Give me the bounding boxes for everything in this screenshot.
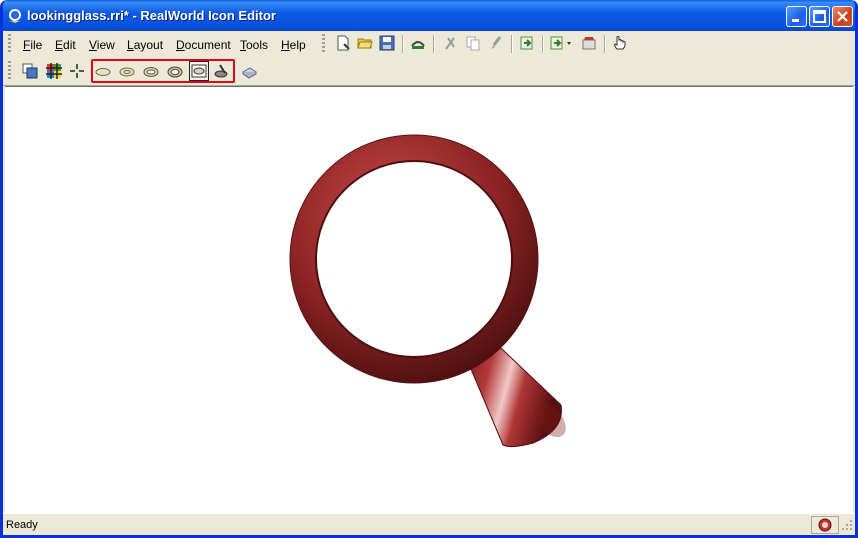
minimize-button[interactable]	[786, 6, 807, 27]
torus-shape-button[interactable]	[212, 61, 232, 81]
export-icon	[550, 36, 571, 50]
import-icon	[520, 36, 533, 50]
shape-ellipse-1-icon	[95, 68, 111, 76]
menu-layout[interactable]: Layout	[127, 38, 163, 52]
menu-view[interactable]: View	[89, 38, 115, 52]
open-folder-icon	[357, 38, 373, 49]
close-button[interactable]	[832, 6, 853, 27]
properties-button[interactable]	[579, 33, 599, 53]
app-window: lookingglass.rri* - RealWorld Icon Edito…	[0, 0, 858, 538]
toolbar-separator	[402, 35, 404, 53]
open-button[interactable]	[355, 33, 375, 53]
copy-button[interactable]	[463, 33, 483, 53]
help-pointer-button[interactable]	[610, 33, 630, 53]
toolbar-separator	[542, 35, 544, 53]
resize-grip-icon[interactable]	[841, 519, 853, 531]
ellipse-shape-1-button[interactable]	[93, 61, 113, 81]
title-bar[interactable]: lookingglass.rri* - RealWorld Icon Edito…	[3, 0, 855, 31]
close-icon	[837, 11, 848, 22]
toolbar-separator	[433, 35, 435, 53]
crosshair-button[interactable]	[67, 61, 87, 81]
shape-ellipse-3-icon	[143, 67, 159, 77]
shape-box-icon	[191, 64, 207, 78]
menu-tools[interactable]: Tools	[240, 38, 268, 52]
window-title: lookingglass.rri* - RealWorld Icon Edito…	[27, 8, 276, 23]
print-preview-icon	[242, 67, 257, 79]
minimize-icon	[792, 19, 799, 22]
status-bar: Ready	[3, 513, 855, 535]
layer-grid-icon	[22, 63, 38, 79]
properties-icon	[582, 37, 596, 50]
paste-brush-icon	[491, 36, 502, 49]
layer-grid-button[interactable]	[20, 61, 40, 81]
toolbar-separator	[511, 35, 513, 53]
paste-button[interactable]	[486, 33, 506, 53]
ellipse-shape-3-button[interactable]	[141, 61, 161, 81]
toolbar-separator	[604, 35, 606, 53]
maximize-icon	[813, 10, 826, 23]
import-button[interactable]	[517, 33, 537, 53]
shape-ellipse-2-icon	[119, 67, 135, 77]
print-preview-button[interactable]	[239, 61, 259, 81]
menu-document[interactable]: Document	[176, 38, 231, 52]
toolbar-grip[interactable]	[322, 34, 325, 54]
new-document-icon	[337, 35, 350, 51]
ellipse-shape-4-button[interactable]	[165, 61, 185, 81]
crosshair-icon	[70, 64, 84, 78]
magnifying-glass-icon	[289, 134, 566, 448]
color-palette-button[interactable]	[44, 61, 64, 81]
undo-button[interactable]	[408, 33, 428, 53]
layers-toolbar	[3, 57, 855, 86]
status-indicator	[811, 516, 839, 534]
menu-file[interactable]: File	[23, 38, 42, 52]
hand-pointer-icon	[614, 36, 626, 50]
toolbar-grip[interactable]	[8, 61, 11, 81]
cut-button[interactable]	[440, 33, 460, 53]
icon-canvas[interactable]	[5, 86, 853, 513]
shape-torus-icon	[214, 64, 228, 78]
ellipse-shape-2-button[interactable]	[117, 61, 137, 81]
export-button[interactable]	[548, 33, 576, 53]
copy-icon	[466, 36, 480, 51]
shape-ellipse-4-icon	[167, 66, 183, 78]
menu-edit[interactable]: Edit	[55, 38, 76, 52]
save-icon	[379, 35, 395, 51]
save-button[interactable]	[377, 33, 397, 53]
menu-help[interactable]: Help	[281, 38, 306, 52]
menu-toolbar-row: File Edit View Layout Document Tools Hel…	[3, 31, 855, 57]
box-shape-button[interactable]	[189, 61, 209, 81]
undo-icon	[411, 41, 425, 49]
cut-icon	[445, 37, 455, 50]
maximize-button[interactable]	[809, 6, 830, 27]
toolbar-grip[interactable]	[8, 34, 11, 54]
app-status-icon	[818, 518, 832, 532]
app-icon	[9, 9, 21, 23]
color-palette-icon	[46, 63, 62, 79]
status-text: Ready	[6, 519, 38, 531]
new-document-button[interactable]	[333, 33, 353, 53]
